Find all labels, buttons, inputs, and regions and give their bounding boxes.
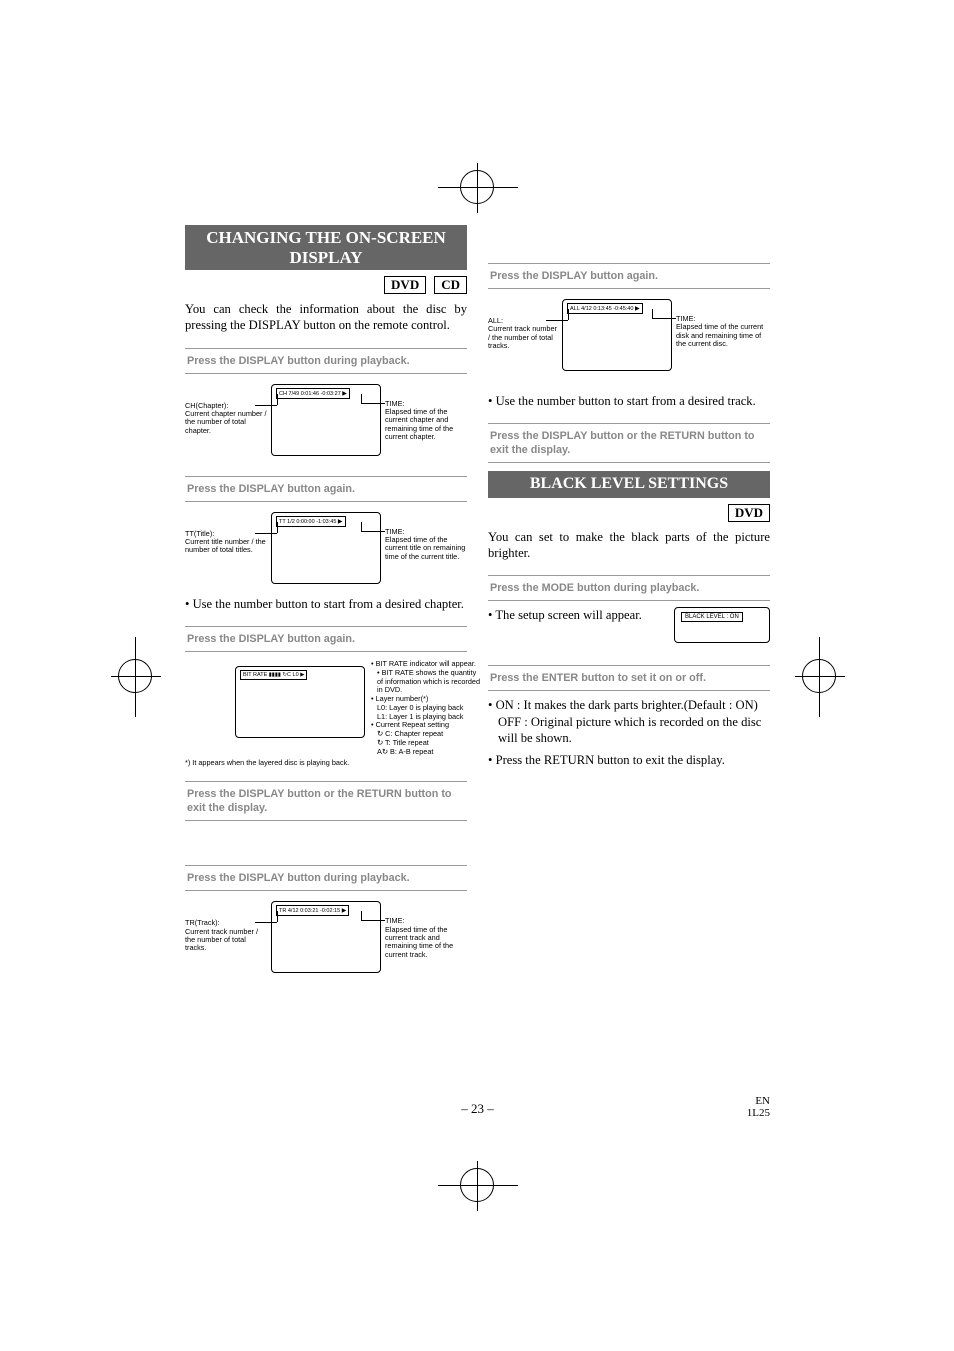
tr-right-text: Elapsed time of the current track and re… [385,925,453,959]
step-1: Press the DISPLAY button during playback… [185,348,467,374]
bitrate-footnote: *) It appears when the layered disc is p… [185,758,467,767]
disc-labels-2: DVD [488,504,770,522]
footer-code: EN 1L25 [747,1095,770,1119]
lcd-text: CH 7/49 0:01:46 -0:03:27 [279,391,341,397]
bullet-track-number: Use the number button to start from a de… [488,393,770,409]
section-title-display: CHANGING THE ON-SCREEN DISPLAY [185,225,467,270]
lcd-text-all: ALL 4/12 0:13:45 -0:45:40 [570,306,633,312]
intro-text: You can check the information about the … [185,302,467,333]
diagram-bitrate: BIT RATE ▮▮▮▮ ↻C L0 ▶ • BIT RATE indicat… [185,660,467,756]
diagram-track: TR 4/12 0:03:21 -0:02:15 ▶ TR(Track): Cu… [185,897,467,979]
disc-labels: DVD CD [185,276,467,294]
registration-mark-right [802,659,836,693]
tr-left-text: Current track number / the number of tot… [185,927,258,953]
left-text: Current chapter number / the number of t… [185,409,267,435]
section-title-blacklevel: BLACK LEVEL SETTINGS [488,471,770,497]
page-number: – 23 – [461,1101,494,1117]
bullet-on: ON : It makes the dark parts brighter.(D… [496,698,758,712]
blacklevel-step-1: Press the MODE button during playback. [488,575,770,601]
cd-step-3: Press the DISPLAY button or the RETURN b… [488,423,770,463]
bullet-off: OFF : Original picture which is recorded… [498,714,770,747]
all-left-text: Current track number / the number of tot… [488,324,557,350]
setup-lcd: BLACK LEVEL : ON [681,612,743,622]
lcd-text-2: TT 1/2 0:00:00 -1:03:45 [279,519,336,525]
bullet-return: Press the RETURN button to exit the disp… [488,752,770,768]
left-text-2: Current title number / the number of tot… [185,537,266,554]
blacklevel-step-2: Press the ENTER button to set it on or o… [488,665,770,691]
diagram-chapter: CH 7/49 0:01:46 -0:03:27 ▶ CH(Chapter): … [185,380,467,462]
cd-step-1: Press the DISPLAY button during playback… [185,865,467,891]
right-text-2: Elapsed time of the current title on rem… [385,535,465,561]
bitrate-note-2: • BIT RATE shows the quantity of informa… [371,669,481,695]
lcd-text-tr: TR 4/12 0:03:21 -0:02:15 [279,908,340,914]
footer-en: EN [755,1095,770,1107]
bitrate-label: BIT RATE [243,672,267,678]
registration-mark-bottom [460,1168,494,1202]
bullet-setup-screen: The setup screen will appear. [488,607,658,623]
bitrate-note-4c: A↻ B: A-B repeat [371,748,481,757]
footer-id: 1L25 [747,1107,770,1119]
disc-label-cd: CD [434,276,467,294]
bitrate-repeat: ↻C [282,672,291,678]
registration-mark-top [460,170,494,204]
disc-label-dvd-2: DVD [728,504,770,522]
right-text: Elapsed time of the current chapter and … [385,407,453,441]
bullet-on-off: ON : It makes the dark parts brighter.(D… [488,697,770,746]
step-3: Press the DISPLAY button again. [185,626,467,652]
bullet-chapter-number: Use the number button to start from a de… [185,596,467,612]
diagram-all: ALL 4/12 0:13:45 -0:45:40 ▶ ALL: Current… [488,295,770,387]
diagram-title: TT 1/2 0:00:00 -1:03:45 ▶ TT(Title): Cur… [185,508,467,590]
disc-label-dvd: DVD [384,276,426,294]
registration-mark-left [118,659,152,693]
setup-screen: BLACK LEVEL : ON [674,607,770,643]
cd-step-2: Press the DISPLAY button again. [488,263,770,289]
step-2: Press the DISPLAY button again. [185,476,467,502]
bitrate-bars: ▮▮▮▮ [269,672,281,678]
step-4: Press the DISPLAY button or the RETURN b… [185,781,467,821]
bitrate-layer: L0 [293,672,299,678]
all-right-text: Elapsed time of the current disk and rem… [676,322,763,348]
blacklevel-intro: You can set to make the black parts of t… [488,530,770,561]
